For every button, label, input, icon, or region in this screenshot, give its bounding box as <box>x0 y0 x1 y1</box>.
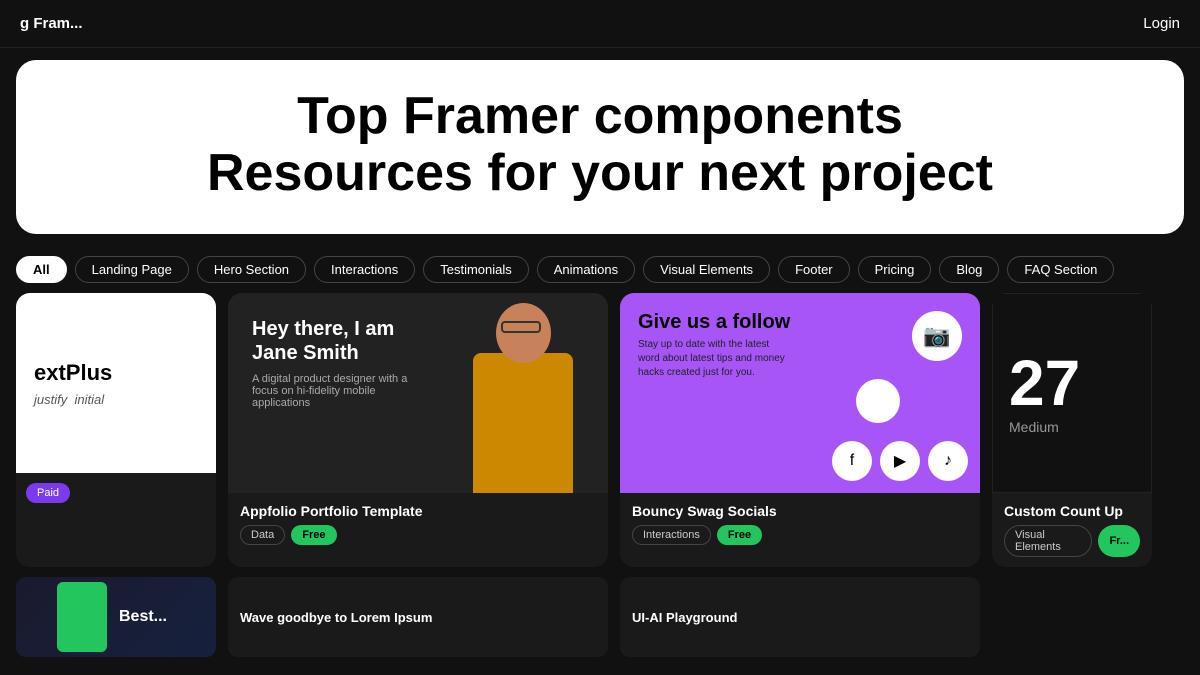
hero-title: Top Framer components Resources for your… <box>56 88 1144 202</box>
tag-interactions: Interactions <box>632 525 711 545</box>
card-counter-info: Custom Count Up Visual Elements Fr... <box>992 493 1152 567</box>
framer-icon: ʄ <box>856 379 900 423</box>
filter-tag-animations[interactable]: Animations <box>537 256 635 283</box>
card-bouncy-info: Bouncy Swag Socials Interactions Free <box>620 493 980 555</box>
card-nextplus-sub: justify initial <box>34 392 104 407</box>
second-row: Best... Wave goodbye to Lorem Ipsum UI-A… <box>0 567 1200 657</box>
card-appfolio-tags: Data Free <box>240 525 596 545</box>
person-head <box>496 303 551 363</box>
filter-tag-hero[interactable]: Hero Section <box>197 256 306 283</box>
filter-tag-pricing[interactable]: Pricing <box>858 256 932 283</box>
filter-tag-interactions[interactable]: Interactions <box>314 256 415 283</box>
card-counter-title: Custom Count Up <box>1004 503 1140 519</box>
card-bouncy-thumb: 📷 Give us a follow Stay up to date with … <box>620 293 980 493</box>
person-body <box>473 353 573 493</box>
tag-data: Data <box>240 525 285 545</box>
nav-login-link[interactable]: Login <box>1143 15 1180 32</box>
card-appfolio[interactable]: Hey there, I am Jane Smith A digital pro… <box>228 293 608 567</box>
tag-visual-elements: Visual Elements <box>1004 525 1092 557</box>
cards-area: extPlus justify initial Paid Hey there, … <box>0 293 1200 567</box>
filter-tag-landing[interactable]: Landing Page <box>75 256 189 283</box>
card-bouncy[interactable]: 📷 Give us a follow Stay up to date with … <box>620 293 980 567</box>
count-label: Medium <box>1009 419 1059 435</box>
hero-line2: Resources for your next project <box>56 145 1144 202</box>
tiktok-icon: ♪ <box>928 441 968 481</box>
filter-bar: All Landing Page Hero Section Interactio… <box>0 246 1200 293</box>
lorem-title: Wave goodbye to Lorem Ipsum <box>240 610 432 625</box>
filter-tag-blog[interactable]: Blog <box>939 256 999 283</box>
green-accent <box>57 582 107 652</box>
tag-free-bouncy: Free <box>717 525 762 545</box>
person-glasses <box>501 321 541 333</box>
card-appfolio-heading: Hey there, I am Jane Smith <box>252 317 432 365</box>
filter-tag-faq[interactable]: FAQ Section <box>1007 256 1114 283</box>
count-number: 27 <box>1009 351 1080 415</box>
uiai-title: UI-AI Playground <box>632 610 737 625</box>
facebook-icon: f <box>832 441 872 481</box>
filter-tag-testimonials[interactable]: Testimonials <box>423 256 529 283</box>
filter-tag-visual[interactable]: Visual Elements <box>643 256 770 283</box>
mini-card-lorem[interactable]: Wave goodbye to Lorem Ipsum <box>228 577 608 657</box>
card-appfolio-thumb: Hey there, I am Jane Smith A digital pro… <box>228 293 608 493</box>
social-subtitle: Stay up to date with the latest word abo… <box>638 338 788 380</box>
top-nav: g Fram... Login <box>0 0 1200 48</box>
card-appfolio-info: Appfolio Portfolio Template Data Free <box>228 493 608 555</box>
hero-line1: Top Framer components <box>56 88 1144 145</box>
mini-card-best-inner: Best... <box>57 582 175 652</box>
youtube-icon: ▶ <box>880 441 920 481</box>
tag-free-counter: Fr... <box>1098 525 1140 557</box>
mini-card-uiai[interactable]: UI-AI Playground <box>620 577 980 657</box>
nav-logo: g Fram... <box>20 15 83 32</box>
card-counter-thumb: 27 Medium <box>992 293 1152 493</box>
card-appfolio-desc: A digital product designer with a focus … <box>252 373 432 409</box>
hero-banner: Top Framer components Resources for your… <box>16 60 1184 234</box>
card-bouncy-title: Bouncy Swag Socials <box>632 503 968 519</box>
filter-tag-all[interactable]: All <box>16 256 67 283</box>
card-nextplus-info: Paid <box>16 473 216 513</box>
filter-tag-footer[interactable]: Footer <box>778 256 850 283</box>
best-text-area: Best... <box>111 582 175 652</box>
tag-free-appfolio: Free <box>291 525 336 545</box>
tag-paid: Paid <box>26 483 70 503</box>
best-label: Best... <box>119 608 167 626</box>
social-icons: f ▶ ♪ <box>832 441 968 481</box>
card-counter[interactable]: 27 Medium Custom Count Up Visual Element… <box>992 293 1152 567</box>
card-nextplus-brand: extPlus <box>34 360 112 386</box>
card-appfolio-title: Appfolio Portfolio Template <box>240 503 596 519</box>
mini-card-best[interactable]: Best... <box>16 577 216 657</box>
card-nextplus-thumb: extPlus justify initial <box>16 293 216 473</box>
card-nextplus[interactable]: extPlus justify initial Paid <box>16 293 216 567</box>
person-illustration <box>448 293 608 493</box>
card-appfolio-text: Hey there, I am Jane Smith A digital pro… <box>252 317 432 409</box>
card-bouncy-tags: Interactions Free <box>632 525 968 545</box>
card-counter-tags: Visual Elements Fr... <box>1004 525 1140 557</box>
